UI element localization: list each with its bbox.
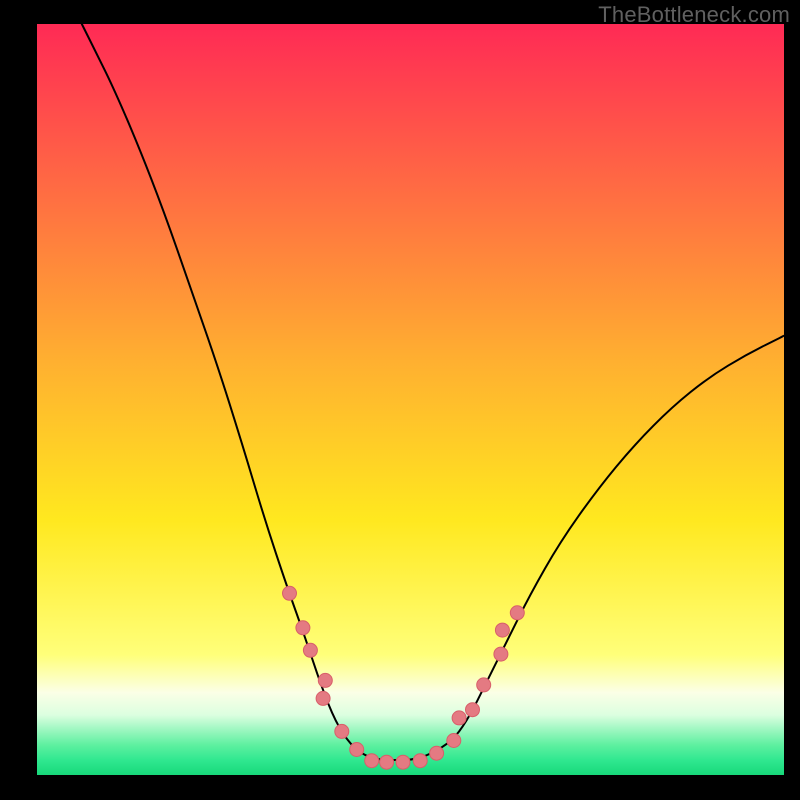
example-dot bbox=[494, 647, 508, 661]
plot-background bbox=[37, 24, 784, 775]
example-dot bbox=[283, 586, 297, 600]
bottleneck-chart bbox=[0, 0, 800, 800]
example-dot bbox=[380, 755, 394, 769]
example-dot bbox=[447, 734, 461, 748]
example-dot bbox=[396, 755, 410, 769]
example-dot bbox=[318, 673, 332, 687]
example-dot bbox=[466, 703, 480, 717]
example-dot bbox=[477, 678, 491, 692]
example-dot bbox=[430, 746, 444, 760]
example-dot bbox=[316, 691, 330, 705]
example-dot bbox=[303, 643, 317, 657]
example-dot bbox=[452, 711, 466, 725]
example-dot bbox=[495, 623, 509, 637]
example-dot bbox=[413, 754, 427, 768]
example-dot bbox=[365, 754, 379, 768]
watermark-text: TheBottleneck.com bbox=[598, 2, 790, 28]
chart-stage: TheBottleneck.com bbox=[0, 0, 800, 800]
example-dot bbox=[296, 621, 310, 635]
example-dot bbox=[335, 724, 349, 738]
example-dot bbox=[350, 743, 364, 757]
example-dot bbox=[510, 606, 524, 620]
